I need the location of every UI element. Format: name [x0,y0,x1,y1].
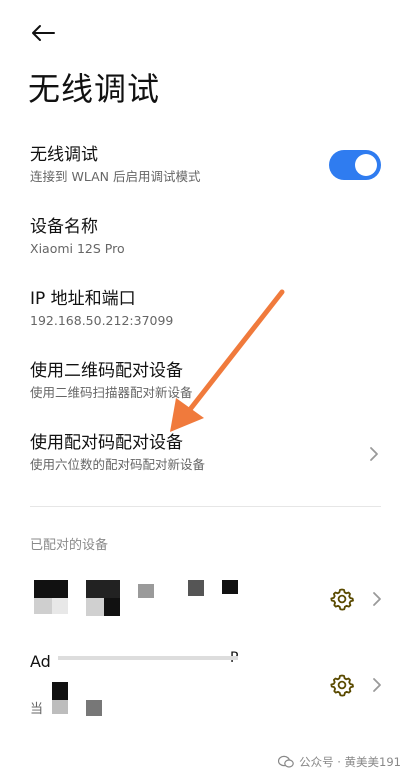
chevron-right-icon [373,678,381,692]
device-name-row[interactable]: 设备名称 Xiaomi 12S Pro [30,216,381,258]
wireless-debug-toggle[interactable] [329,150,381,180]
redaction-block [52,700,68,714]
paired-device-item-1[interactable] [0,568,409,630]
wechat-icon [278,755,294,768]
paired-device-item-2[interactable]: Ad P 当 [0,648,409,720]
code-pair-title: 使用配对码配对设备 [30,433,183,453]
code-pair-row[interactable]: 使用配对码配对设备 使用六位数的配对码配对新设备 [30,432,381,474]
back-arrow-icon [32,25,55,41]
qr-pair-title: 使用二维码配对设备 [30,361,183,381]
redaction-block [52,598,68,614]
chevron-right-icon [373,592,381,606]
redaction-block [86,580,120,598]
redaction-block [138,584,154,598]
wireless-debug-subtitle: 连接到 WLAN 后启用调试模式 [30,169,201,184]
redaction-block [34,580,68,598]
watermark-text: 公众号 · 黄美美191 [299,755,401,769]
gear-icon[interactable] [330,673,354,697]
ip-port-row[interactable]: IP 地址和端口 192.168.50.212:37099 [30,288,381,330]
ip-port-value: 192.168.50.212:37099 [30,313,174,328]
chevron-right-icon [370,447,378,461]
ip-port-title: IP 地址和端口 [30,289,136,309]
redaction-block [222,580,238,594]
redaction-block [34,598,52,614]
redaction-block [86,598,104,616]
device-name-title: 设备名称 [30,217,98,237]
device-name-value: Xiaomi 12S Pro [30,241,125,256]
paired-devices-header: 已配对的设备 [30,538,109,553]
qr-pair-subtitle: 使用二维码扫描器配对新设备 [30,385,193,400]
redaction-block [58,656,238,660]
page-title: 无线调试 [28,70,161,108]
code-pair-subtitle: 使用六位数的配对码配对新设备 [30,457,206,472]
qr-pair-row[interactable]: 使用二维码配对设备 使用二维码扫描器配对新设备 [30,360,381,402]
watermark: 公众号 · 黄美美191 [278,754,401,770]
toggle-knob [355,154,377,176]
divider [30,506,381,507]
back-button[interactable] [28,18,58,48]
gear-icon[interactable] [330,587,354,611]
redaction-block [188,580,204,596]
redaction-block [104,598,120,616]
redaction-block [52,682,68,700]
paired-device-sub-fragment: 当 [30,702,44,717]
paired-device-name-fragment: Ad [30,652,51,671]
redaction-block [86,700,102,716]
